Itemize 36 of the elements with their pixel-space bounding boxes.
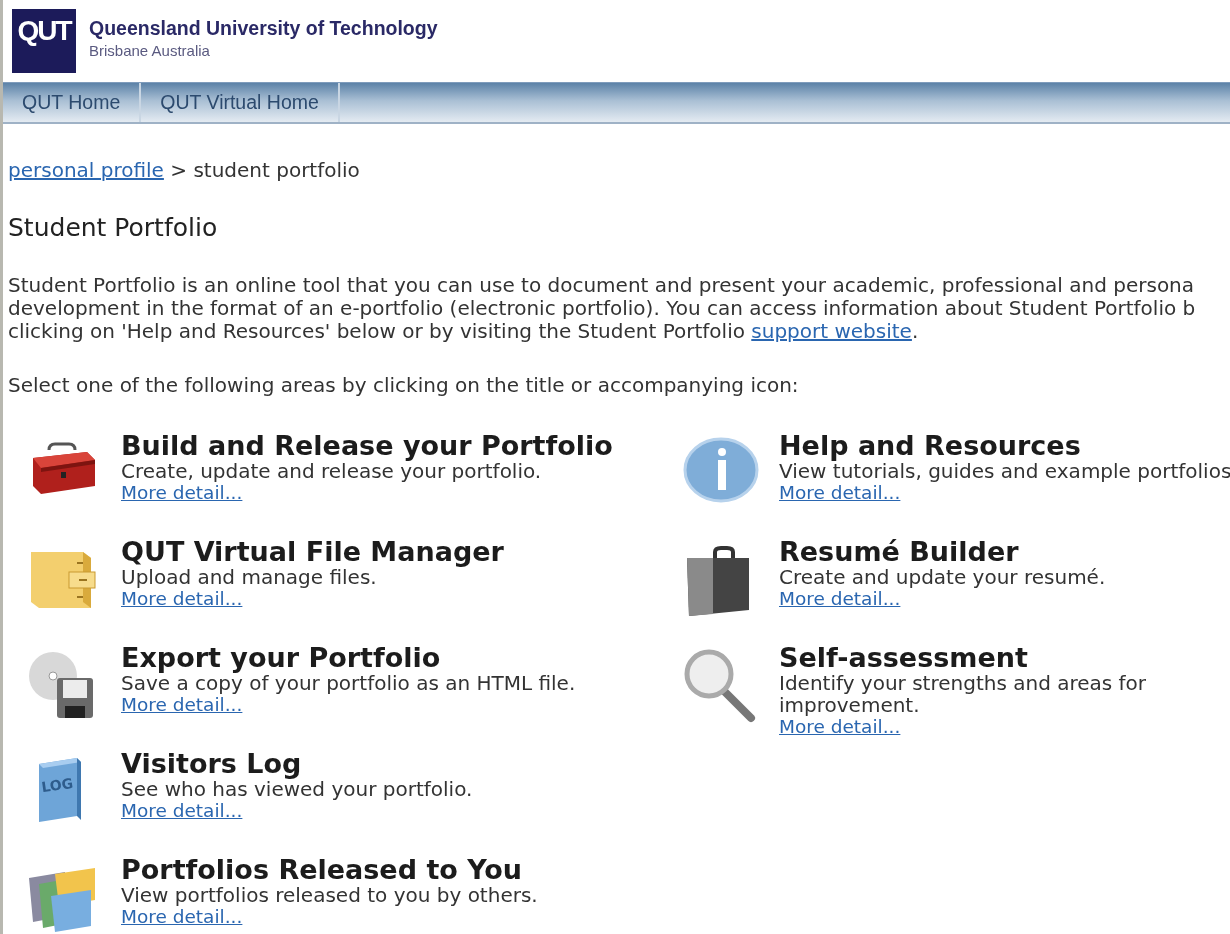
breadcrumb-current: student portfolio [193, 158, 360, 182]
breadcrumb-link[interactable]: personal profile [8, 158, 164, 182]
area-title[interactable]: Export your Portfolio [121, 644, 441, 672]
area-description: Create and update your resumé. [779, 566, 1106, 588]
logo: QUT [12, 9, 76, 73]
area-description: See who has viewed your portfolio. [121, 778, 473, 800]
more-detail-link[interactable]: More detail... [121, 694, 243, 716]
area-title[interactable]: Resumé Builder [779, 538, 1019, 566]
more-detail-link[interactable]: More detail... [779, 588, 901, 610]
area-description: Create, update and release your portfolio. [121, 460, 542, 482]
area-title[interactable]: QUT Virtual File Manager [121, 538, 504, 566]
area-title[interactable]: Portfolios Released to You [121, 856, 523, 884]
university-name: Queensland University of Technology [89, 17, 438, 40]
area-title[interactable]: Self-assessment [779, 644, 1028, 672]
more-detail-link[interactable]: More detail... [779, 716, 901, 738]
breadcrumb-separator: > [170, 158, 188, 182]
area-description: Identify your strengths and areas for improvement. [779, 672, 1147, 716]
area-description: Save a copy of your portfolio as an HTML file. [121, 672, 576, 694]
more-detail-link[interactable]: More detail... [779, 482, 901, 504]
more-detail-link[interactable]: More detail... [121, 906, 243, 928]
area-description: View tutorials, guides and example portfolios [779, 460, 1230, 482]
area-title[interactable]: Help and Resources [779, 432, 1081, 460]
area-description: Upload and manage files. [121, 566, 377, 588]
nav-tab[interactable]: QUT Virtual Home [141, 83, 340, 122]
nav-tab[interactable]: QUT Home [3, 83, 142, 122]
intro-paragraph: Student Portfolio is an online tool that you can use to document and present your academic, professional and persona development in the format of an e-portfolio (electronic portfolio). You can access information about Student Portfolio b clicking on 'Help and Resources' below or by visiting the Student Portfolio support website. [8, 274, 1197, 343]
support-website-link[interactable]: support website [751, 319, 912, 343]
area-title[interactable]: Visitors Log [121, 750, 302, 778]
page-heading: Student Portfolio [8, 213, 219, 243]
more-detail-link[interactable]: More detail... [121, 482, 243, 504]
instruction-text: Select one of the following areas by clicking on the title or accompanying icon: [8, 374, 800, 397]
more-detail-link[interactable]: More detail... [121, 800, 243, 822]
university-location: Brisbane Australia [89, 42, 211, 59]
area-description: View portfolios released to you by others. [121, 884, 538, 906]
more-detail-link[interactable]: More detail... [121, 588, 243, 610]
area-title[interactable]: Build and Release your Portfolio [121, 432, 613, 460]
